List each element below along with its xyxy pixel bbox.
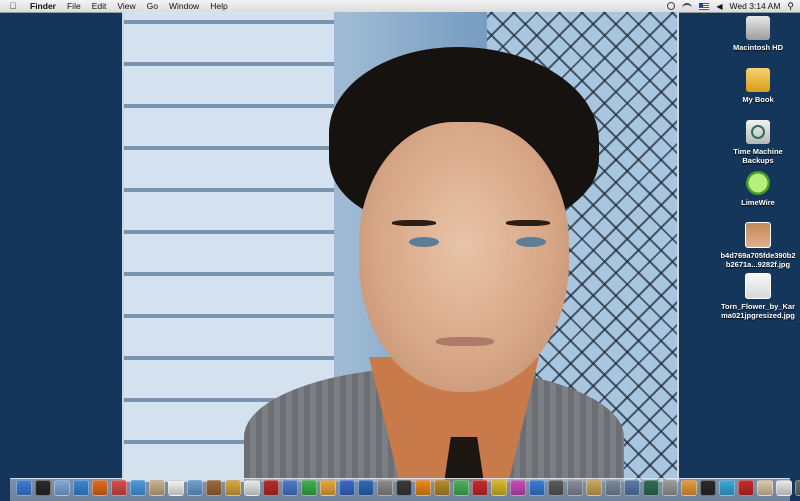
- dock-finder-icon[interactable]: [16, 480, 32, 496]
- dock-film-clapper-icon[interactable]: [548, 480, 564, 496]
- dock-spaces-icon[interactable]: [624, 480, 640, 496]
- dock-ichat-icon[interactable]: [130, 480, 146, 496]
- dock-mail-icon[interactable]: [54, 480, 70, 496]
- dock-imovie-icon[interactable]: [206, 480, 222, 496]
- dock-pages-icon[interactable]: [320, 480, 336, 496]
- dock-illustrator-icon[interactable]: [415, 480, 431, 496]
- menu-edit[interactable]: Edit: [92, 1, 107, 11]
- dock-iweb-icon[interactable]: [282, 480, 298, 496]
- dock-photobooth-icon[interactable]: [263, 480, 279, 496]
- menu-view[interactable]: View: [117, 1, 135, 11]
- apple-menu-icon[interactable]: : [8, 1, 18, 11]
- dock-trash-icon[interactable]: [795, 480, 800, 496]
- dock-items: [16, 480, 800, 496]
- dock-photo-app-icon[interactable]: [681, 480, 697, 496]
- dock-flash-icon[interactable]: [472, 480, 488, 496]
- dock-system-prefs-icon[interactable]: [567, 480, 583, 496]
- dock-brush-icon[interactable]: [586, 480, 602, 496]
- dock-photoshop-icon[interactable]: [358, 480, 374, 496]
- dock: [10, 478, 800, 501]
- menu-clock[interactable]: Wed 3:14 AM: [730, 1, 781, 11]
- time-machine-icon: [746, 120, 770, 144]
- wifi-icon[interactable]: [682, 2, 693, 10]
- dock-script-editor-icon[interactable]: [377, 480, 393, 496]
- desktop-icon-jpg-file-1[interactable]: b4d769a705fde390b2b2671a...9282f.jpg: [716, 222, 800, 269]
- dock-keynote-icon[interactable]: [339, 480, 355, 496]
- dock-downloads-stack-icon[interactable]: [776, 480, 792, 496]
- dock-disk-utility-icon[interactable]: [662, 480, 678, 496]
- desktop-icon-label: My Book: [742, 95, 774, 104]
- dock-iphoto-icon[interactable]: [187, 480, 203, 496]
- desktop-icon-limewire[interactable]: LimeWire: [716, 171, 800, 207]
- hard-drive-icon: [746, 16, 770, 40]
- jpg-file-icon: [745, 222, 771, 248]
- usb-drive-icon: [746, 68, 770, 92]
- menu-file[interactable]: File: [67, 1, 81, 11]
- dock-photoshop-2-icon[interactable]: [529, 480, 545, 496]
- menu-window[interactable]: Window: [169, 1, 199, 11]
- desktop-icon-label: b4d769a705fde390b2b2671a...9282f.jpg: [720, 251, 796, 269]
- dock-ical-icon[interactable]: [168, 480, 184, 496]
- desktop-icon-time-machine-backups[interactable]: Time Machine Backups: [716, 120, 800, 165]
- dock-documents-stack-icon[interactable]: [757, 480, 773, 496]
- right-eyebrow: [506, 220, 550, 226]
- time-machine-menu-icon[interactable]: [667, 2, 676, 10]
- desktop-icon-label: Torn_Flower_by_Karma021jpgresized.jpg: [720, 302, 796, 320]
- dock-indesign-icon[interactable]: [510, 480, 526, 496]
- dock-dreamweaver-icon[interactable]: [453, 480, 469, 496]
- desktop-icon-label: Macintosh HD: [732, 43, 783, 52]
- dock-dashboard-icon[interactable]: [35, 480, 51, 496]
- dock-fireworks-icon[interactable]: [491, 480, 507, 496]
- desktop-icon-jpg-file-2[interactable]: Torn_Flower_by_Karma021jpgresized.jpg: [716, 273, 800, 320]
- left-eye: [409, 237, 439, 247]
- desktop-icon-macintosh-hd[interactable]: Macintosh HD: [716, 16, 800, 52]
- face: [359, 122, 569, 392]
- dock-app-store-icon[interactable]: [719, 480, 735, 496]
- dock-dvd-player-icon[interactable]: [396, 480, 412, 496]
- menu-finder[interactable]: Finder: [30, 1, 56, 11]
- dock-grab-icon[interactable]: [605, 480, 621, 496]
- right-eye: [516, 237, 546, 247]
- mouth: [436, 337, 494, 346]
- spotlight-search-icon[interactable]: ⚲: [787, 1, 794, 12]
- input-source-flag-icon[interactable]: [699, 2, 710, 10]
- dock-itunes-icon[interactable]: [111, 480, 127, 496]
- dock-firefox-icon[interactable]: [92, 480, 108, 496]
- left-eyebrow: [392, 220, 436, 226]
- menu-extras: ◀ Wed 3:14 AM ⚲: [667, 0, 794, 12]
- dock-time-machine-icon[interactable]: [643, 480, 659, 496]
- jpg-file-icon: [745, 273, 771, 299]
- desktop-icon-label: LimeWire: [741, 198, 775, 207]
- dock-garageband-icon[interactable]: [225, 480, 241, 496]
- dock-terminal-icon[interactable]: [700, 480, 716, 496]
- volume-icon[interactable]: ◀: [716, 2, 722, 11]
- menu-go[interactable]: Go: [147, 1, 158, 11]
- desktop-wallpaper-photo: [122, 12, 679, 482]
- dock-preview-icon[interactable]: [149, 480, 165, 496]
- dock-safari-icon[interactable]: [73, 480, 89, 496]
- desktop-icon-label: Time Machine Backups: [733, 147, 783, 165]
- dock-numbers-icon[interactable]: [301, 480, 317, 496]
- menu-help[interactable]: Help: [210, 1, 227, 11]
- desktop-icon-my-book[interactable]: My Book: [716, 68, 800, 104]
- dock-filezilla-icon[interactable]: [738, 480, 754, 496]
- limewire-icon: [746, 171, 770, 195]
- dock-textedit-icon[interactable]: [244, 480, 260, 496]
- dock-bridge-icon[interactable]: [434, 480, 450, 496]
